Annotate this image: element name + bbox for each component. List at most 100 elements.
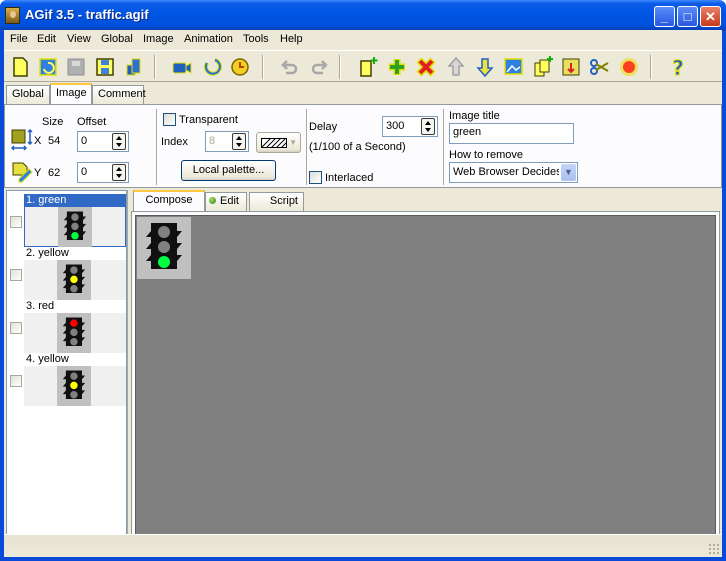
- index-value: 8: [209, 135, 216, 147]
- frame-checkbox[interactable]: [10, 269, 22, 281]
- dropdown-arrow-icon: ▼: [289, 138, 297, 147]
- add-image-button[interactable]: [356, 55, 380, 79]
- y-offset-value: 0: [81, 166, 88, 178]
- save-button[interactable]: [93, 55, 117, 79]
- tab-edit[interactable]: Edit: [205, 192, 247, 211]
- refresh-button[interactable]: [200, 55, 224, 79]
- move-up-button[interactable]: [444, 55, 468, 79]
- local-palette-button[interactable]: Local palette...: [181, 160, 276, 181]
- frame-image[interactable]: [137, 217, 191, 279]
- timer-button[interactable]: [228, 55, 252, 79]
- insert-button[interactable]: [385, 55, 409, 79]
- app-window: AGif 3.5 - traffic.agif _ □ ✕ File Edit …: [0, 0, 726, 561]
- app-icon[interactable]: [5, 7, 20, 24]
- minimize-icon: _: [660, 9, 669, 24]
- frame-name: 2. yellow: [26, 247, 69, 259]
- arrow-up-icon: [447, 56, 465, 76]
- spin-arrows-icon[interactable]: [232, 133, 246, 150]
- effect-button[interactable]: [617, 55, 641, 79]
- delay-spinner[interactable]: 300: [382, 116, 438, 137]
- red-lamp: [70, 266, 78, 274]
- menu-view[interactable]: View: [67, 33, 91, 45]
- how-to-remove-select[interactable]: Web Browser Decides ▼: [449, 162, 578, 183]
- preview-button[interactable]: [170, 55, 194, 79]
- undo-icon: [281, 60, 298, 75]
- frame-item[interactable]: 3. red: [7, 300, 126, 353]
- undo-button[interactable]: [278, 55, 302, 79]
- traffic-light-icon: [62, 317, 86, 347]
- export-button[interactable]: [559, 55, 583, 79]
- frame-item[interactable]: 2. yellow: [7, 247, 126, 300]
- section-divider: [156, 109, 158, 185]
- how-to-remove-value: Web Browser Decides: [453, 166, 559, 178]
- resize-grip-icon[interactable]: [708, 543, 720, 555]
- x-offset-value: 0: [81, 135, 88, 147]
- frame-list: 1. green 2. yellow 3. red 4. yellow: [6, 190, 127, 550]
- index-spinner[interactable]: 8: [205, 131, 249, 152]
- spin-arrows-icon[interactable]: [421, 118, 435, 135]
- menu-animation[interactable]: Animation: [184, 33, 233, 45]
- image-title-label: Image title: [449, 110, 500, 122]
- tab-image[interactable]: Image: [50, 83, 92, 104]
- y-offset-spinner[interactable]: 0: [77, 162, 129, 183]
- image-icon: [504, 58, 523, 75]
- minimize-button[interactable]: _: [654, 6, 675, 27]
- maximize-button[interactable]: □: [677, 6, 698, 27]
- save-as-icon: [126, 58, 141, 76]
- compose-canvas[interactable]: [135, 215, 716, 544]
- tab-compose[interactable]: Compose: [133, 190, 205, 211]
- new-file-button[interactable]: [8, 55, 32, 79]
- spin-arrows-icon[interactable]: [112, 133, 126, 150]
- delete-button[interactable]: [414, 55, 438, 79]
- split-button[interactable]: [588, 55, 612, 79]
- tab-global[interactable]: Global: [6, 85, 50, 104]
- chevron-down-icon[interactable]: ▼: [561, 164, 576, 181]
- tab-script[interactable]: Script: [249, 192, 304, 211]
- image-title-input[interactable]: green: [449, 123, 574, 144]
- toolbar-separator: [339, 55, 341, 79]
- help-icon: ?: [672, 56, 685, 81]
- yellow-lamp: [70, 275, 78, 284]
- green-lamp: [70, 390, 78, 399]
- toolbar-separator: [650, 55, 652, 79]
- scissors-icon: [590, 59, 609, 75]
- export-icon: [562, 58, 580, 76]
- spin-arrows-icon[interactable]: [112, 164, 126, 181]
- x-label: X: [34, 135, 42, 147]
- interlaced-checkbox[interactable]: [309, 171, 322, 184]
- x-size-value: 54: [48, 135, 61, 147]
- transparent-color-picker[interactable]: ▼: [256, 132, 301, 153]
- close-button[interactable]: ✕: [700, 6, 721, 27]
- y-size-value: 62: [48, 167, 61, 179]
- frame-item[interactable]: 4. yellow: [7, 353, 126, 406]
- title-bar[interactable]: AGif 3.5 - traffic.agif _ □ ✕: [0, 0, 726, 30]
- frame-item[interactable]: 1. green: [7, 194, 126, 247]
- traffic-light-icon: [62, 264, 86, 294]
- menu-file[interactable]: File: [10, 33, 28, 45]
- green-lamp: [158, 256, 170, 268]
- client-area: File Edit View Global Image Animation To…: [4, 30, 722, 557]
- properties-button[interactable]: [64, 55, 88, 79]
- menu-image[interactable]: Image: [143, 33, 174, 45]
- move-down-button[interactable]: [473, 55, 497, 79]
- import-image-button[interactable]: [502, 55, 526, 79]
- frame-checkbox[interactable]: [10, 322, 22, 334]
- help-button[interactable]: ?: [666, 55, 690, 81]
- x-offset-spinner[interactable]: 0: [77, 131, 129, 152]
- burst-icon: [620, 58, 638, 76]
- menu-help[interactable]: Help: [280, 33, 303, 45]
- tab-comment[interactable]: Comment: [92, 85, 146, 104]
- duplicate-button[interactable]: [531, 55, 555, 79]
- edit-status-icon: [209, 197, 216, 204]
- frame-checkbox[interactable]: [10, 375, 22, 387]
- frame-checkbox[interactable]: [10, 216, 22, 228]
- index-label: Index: [161, 136, 188, 148]
- green-lamp: [71, 231, 79, 240]
- menu-global[interactable]: Global: [101, 33, 133, 45]
- redo-button[interactable]: [307, 55, 331, 79]
- open-button[interactable]: [36, 55, 60, 79]
- save-as-button[interactable]: [122, 55, 146, 79]
- transparent-checkbox[interactable]: [163, 113, 176, 126]
- menu-edit[interactable]: Edit: [37, 33, 56, 45]
- menu-tools[interactable]: Tools: [243, 33, 269, 45]
